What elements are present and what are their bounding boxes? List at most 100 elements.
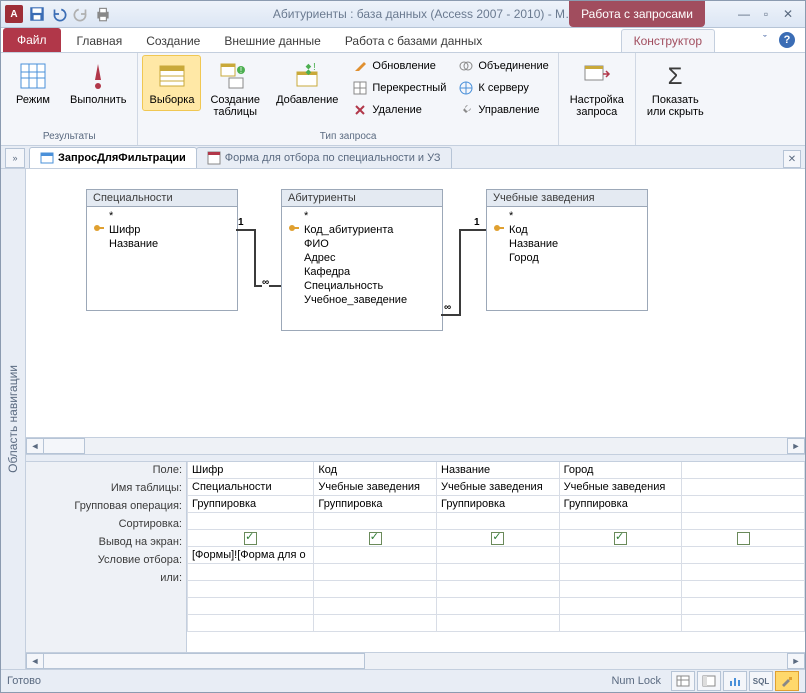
field-row[interactable]: Шифр bbox=[91, 223, 233, 237]
tab-external[interactable]: Внешние данные bbox=[212, 30, 333, 52]
field-row[interactable]: Адрес bbox=[286, 251, 438, 265]
shutter-open-icon[interactable]: » bbox=[5, 148, 25, 168]
table-applicants[interactable]: Абитуриенты * Код_абитуриента ФИО Адрес … bbox=[281, 189, 443, 331]
save-icon[interactable] bbox=[27, 4, 47, 24]
relationship-line bbox=[459, 229, 461, 316]
field-row[interactable]: Учебное_заведение bbox=[286, 293, 438, 307]
show-checkbox[interactable] bbox=[244, 532, 257, 545]
status-ready: Готово bbox=[7, 675, 41, 687]
field-row[interactable]: * bbox=[286, 209, 438, 223]
grid-row-table: Специальности Учебные заведения Учебные … bbox=[188, 479, 805, 496]
close-icon[interactable]: ✕ bbox=[781, 7, 795, 21]
status-numlock: Num Lock bbox=[611, 675, 661, 687]
ribbon-tabs: Файл Главная Создание Внешние данные Раб… bbox=[1, 28, 805, 53]
svg-text:Σ: Σ bbox=[668, 63, 683, 90]
grid-hscroll[interactable]: ◄ ► bbox=[26, 652, 805, 669]
maximize-icon[interactable]: ▫ bbox=[759, 7, 773, 21]
tab-create[interactable]: Создание bbox=[134, 30, 212, 52]
field-row[interactable]: Город bbox=[491, 251, 643, 265]
field-row[interactable]: * bbox=[91, 209, 233, 223]
field-row[interactable]: Название bbox=[491, 237, 643, 251]
table-specialties[interactable]: Специальности * Шифр Название bbox=[86, 189, 238, 311]
view-sql-icon[interactable]: SQL bbox=[749, 671, 773, 691]
tab-designer[interactable]: Конструктор bbox=[621, 29, 715, 52]
tab-dbtools[interactable]: Работа с базами данных bbox=[333, 30, 494, 52]
field-row[interactable]: Специальность bbox=[286, 279, 438, 293]
view-mode-button[interactable]: Режим bbox=[5, 55, 61, 111]
scroll-thumb[interactable] bbox=[44, 653, 365, 669]
document-tabs: » ЗапросДляФильтрации Форма для отбора п… bbox=[1, 146, 805, 169]
append-button[interactable]: ! Добавление bbox=[269, 55, 345, 111]
key-icon bbox=[288, 224, 300, 236]
tab-file[interactable]: Файл bbox=[3, 28, 61, 52]
doc-tab-inactive[interactable]: Форма для отбора по специальности и УЗ bbox=[196, 147, 452, 168]
field-row[interactable]: * bbox=[491, 209, 643, 223]
grid-row-sort bbox=[188, 513, 805, 530]
tab-home[interactable]: Главная bbox=[65, 30, 135, 52]
show-checkbox[interactable] bbox=[369, 532, 382, 545]
scroll-left-icon[interactable]: ◄ bbox=[26, 653, 44, 669]
field-row[interactable]: Название bbox=[91, 237, 233, 251]
minimize-icon[interactable]: — bbox=[737, 7, 751, 21]
make-table-button[interactable]: ! Создание таблицы bbox=[203, 55, 267, 123]
show-hide-button[interactable]: Σ Показать или скрыть bbox=[640, 55, 711, 123]
help-icon[interactable]: ? bbox=[779, 32, 795, 48]
show-checkbox[interactable] bbox=[737, 532, 750, 545]
select-query-button[interactable]: Выборка bbox=[142, 55, 201, 111]
data-definition-button[interactable]: Управление bbox=[453, 99, 553, 121]
union-button[interactable]: Объединение bbox=[453, 55, 553, 77]
show-checkbox[interactable] bbox=[491, 532, 504, 545]
append-icon: ! bbox=[291, 60, 323, 92]
crosstab-button[interactable]: Перекрестный bbox=[347, 77, 451, 99]
form-icon bbox=[207, 151, 221, 165]
relationship-line bbox=[441, 314, 461, 316]
navigation-pane-collapsed[interactable]: Область навигации bbox=[1, 169, 26, 669]
query-grid-table[interactable]: Шифр Код Название Город Специальности Уч… bbox=[187, 462, 805, 632]
pencil-icon bbox=[352, 58, 368, 74]
ribbon-minimize-icon[interactable]: ˇ bbox=[757, 32, 773, 48]
run-button[interactable]: Выполнить bbox=[63, 55, 133, 111]
scroll-thumb[interactable] bbox=[44, 438, 85, 454]
delete-x-icon bbox=[352, 102, 368, 118]
diagram-hscroll[interactable]: ◄ ► bbox=[26, 437, 805, 454]
grid-row-field: Шифр Код Название Город bbox=[188, 462, 805, 479]
ribbon: Режим Выполнить Результаты Выборка ! Соз… bbox=[1, 53, 805, 146]
field-row[interactable]: Код_абитуриента bbox=[286, 223, 438, 237]
table-institutions[interactable]: Учебные заведения * Код Название Город bbox=[486, 189, 648, 311]
relationship-line bbox=[254, 229, 256, 287]
relationship-diagram[interactable]: Специальности * Шифр Название Абитуриент… bbox=[26, 169, 805, 437]
show-checkbox[interactable] bbox=[614, 532, 627, 545]
field-row[interactable]: Код bbox=[491, 223, 643, 237]
doc-close-icon[interactable]: ✕ bbox=[783, 150, 801, 168]
sigma-icon: Σ bbox=[659, 60, 691, 92]
view-datasheet-icon[interactable] bbox=[671, 671, 695, 691]
view-pivot-icon[interactable] bbox=[697, 671, 721, 691]
relationship-line bbox=[236, 229, 256, 231]
make-table-icon: ! bbox=[219, 60, 251, 92]
scroll-left-icon[interactable]: ◄ bbox=[26, 438, 44, 454]
quick-access-toolbar bbox=[27, 4, 113, 24]
redo-icon[interactable] bbox=[71, 4, 91, 24]
view-design-icon[interactable] bbox=[775, 671, 799, 691]
ribbon-group-query-setup: Настройка запроса bbox=[559, 53, 636, 145]
app-icon: A bbox=[5, 5, 23, 23]
passthrough-button[interactable]: К серверу bbox=[453, 77, 553, 99]
print-icon[interactable] bbox=[93, 4, 113, 24]
undo-icon[interactable] bbox=[49, 4, 69, 24]
delete-button[interactable]: Удаление bbox=[347, 99, 451, 121]
scroll-right-icon[interactable]: ► bbox=[787, 438, 805, 454]
doc-tab-active[interactable]: ЗапросДляФильтрации bbox=[29, 147, 197, 168]
scroll-right-icon[interactable]: ► bbox=[787, 653, 805, 669]
svg-text:!: ! bbox=[240, 66, 242, 75]
query-setup-button[interactable]: Настройка запроса bbox=[563, 55, 631, 123]
ribbon-group-show-hide: Σ Показать или скрыть bbox=[636, 53, 715, 145]
ribbon-group-query-type: Выборка ! Создание таблицы ! Добавление … bbox=[138, 53, 558, 145]
horizontal-splitter[interactable] bbox=[26, 454, 805, 462]
update-button[interactable]: Обновление bbox=[347, 55, 451, 77]
field-row[interactable]: ФИО bbox=[286, 237, 438, 251]
setup-icon bbox=[581, 60, 613, 92]
field-row[interactable]: Кафедра bbox=[286, 265, 438, 279]
grid-row-total: Группировка Группировка Группировка Груп… bbox=[188, 496, 805, 513]
context-tab-label: Работа с запросами bbox=[569, 1, 705, 27]
view-chart-icon[interactable] bbox=[723, 671, 747, 691]
